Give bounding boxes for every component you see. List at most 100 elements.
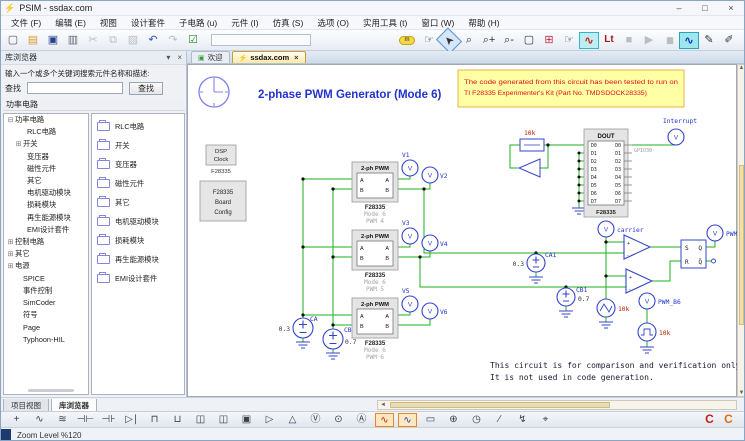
label-tool-icon[interactable]: m	[399, 36, 415, 45]
maximize-button[interactable]: □	[692, 3, 718, 13]
zoom-in-icon[interactable]: ⌕+	[479, 32, 499, 49]
capacitor-icon[interactable]: ⊣⊢	[76, 413, 95, 427]
library-folder[interactable]: 磁性元件	[92, 174, 184, 193]
tree-item[interactable]: ⊞ 其它	[4, 248, 88, 260]
tree-item[interactable]: 变压器	[4, 151, 88, 163]
tree-expander-icon[interactable]: ⊟	[6, 116, 15, 124]
menu-item[interactable]: 视图	[93, 17, 124, 29]
menu-item[interactable]: 仿真 (S)	[266, 17, 311, 29]
voltage-source-icon[interactable]: ⊕	[444, 413, 463, 427]
igbt-icon[interactable]: ⊓	[145, 413, 164, 427]
triangle-source[interactable]	[597, 299, 615, 317]
menu-item[interactable]: 选项 (O)	[310, 17, 356, 29]
tab-document[interactable]: ⚡ ssdax.com ×	[232, 51, 306, 63]
menu-item[interactable]: 帮助 (H)	[461, 17, 506, 29]
toolbar-input[interactable]	[211, 34, 311, 46]
tree-item[interactable]: SPICE	[4, 272, 88, 284]
pwm-block-2[interactable]: 2-ph PWM A B A B F28335 Mode 6 PWM 5	[352, 230, 398, 293]
run-simview-icon[interactable]: ∿	[579, 32, 599, 49]
curve-capture-icon[interactable]: ✐	[719, 32, 739, 49]
minimize-button[interactable]: –	[666, 3, 692, 13]
tree-expander-icon[interactable]: ⊞	[6, 262, 15, 270]
paste-icon[interactable]: ▨	[123, 32, 143, 49]
library-folder[interactable]: 再生能源模块	[92, 250, 184, 269]
redo-icon[interactable]: ↷	[163, 32, 183, 49]
diode-icon[interactable]: ▷∣	[122, 413, 141, 427]
gating-icon[interactable]: ↯	[513, 413, 532, 427]
tree-item[interactable]: 符号	[4, 309, 88, 321]
dsp-clock-block[interactable]: DSP Clock F28335	[206, 145, 236, 175]
library-folder[interactable]: 其它	[92, 193, 184, 212]
source-cb[interactable]	[323, 329, 343, 349]
stop-simulation-icon[interactable]: ■	[619, 32, 639, 49]
dock-dropdown-icon[interactable]: ▾	[166, 53, 170, 62]
fit-page-icon[interactable]: ▢	[519, 32, 539, 49]
hscroll-thumb[interactable]	[390, 402, 610, 408]
zoom-selection-icon[interactable]: ⊞	[539, 32, 559, 49]
tree-item[interactable]: SimCoder	[4, 297, 88, 309]
pwm-block-1[interactable]: 2-ph PWM A B A B F28335 Mode 6 PWM 4	[352, 162, 398, 225]
source-ca1[interactable]	[527, 254, 545, 272]
tree-item[interactable]: Typhoon-HIL	[4, 333, 88, 345]
menu-item[interactable]: 窗口 (W)	[414, 17, 461, 29]
menu-item[interactable]: 设计套件	[124, 17, 172, 29]
voltage-sensor-icon[interactable]: ⊙	[329, 413, 348, 427]
subcircuit-icon[interactable]: ▣	[237, 413, 256, 427]
canvas-vscrollbar[interactable]: ▲ ▼	[737, 64, 745, 397]
sr-latch[interactable]: S R Q Q̄	[681, 240, 716, 268]
check-elements-icon[interactable]: ☑	[183, 32, 203, 49]
library-folder[interactable]: 开关	[92, 136, 184, 155]
library-folder[interactable]: 损耗模块	[92, 231, 184, 250]
library-folder[interactable]: 电机驱动模块	[92, 212, 184, 231]
print-icon[interactable]: ▥	[63, 32, 83, 49]
tree-item[interactable]: 电机驱动模块	[4, 187, 88, 199]
vscroll-thumb[interactable]	[739, 165, 744, 325]
board-config-block[interactable]: F28335 Board Config	[200, 181, 246, 221]
block-icon[interactable]: ▭	[421, 413, 440, 427]
opamp-icon[interactable]: ▷	[260, 413, 279, 427]
transformer-3w-icon[interactable]: ◫	[214, 413, 233, 427]
undo-icon[interactable]: ↶	[143, 32, 163, 49]
tree-item[interactable]: ⊞ 控制电路	[4, 236, 88, 248]
ltspice-link-icon[interactable]: Lt	[599, 32, 619, 49]
source-cb1[interactable]	[557, 288, 575, 306]
tab-close-icon[interactable]: ×	[294, 53, 298, 62]
menu-item[interactable]: 子电路 (u)	[172, 17, 224, 29]
tree-expander-icon[interactable]: ⊞	[6, 250, 15, 258]
zoom-icon[interactable]: ⌕	[459, 32, 479, 49]
tree-item[interactable]: ⊞ 开关	[4, 138, 88, 150]
tree-item[interactable]: RLC电路	[4, 126, 88, 138]
menu-item[interactable]: 元件 (I)	[224, 17, 265, 29]
comparator-2[interactable]: + -	[626, 269, 652, 293]
tree-item[interactable]: ⊟ 功率电路	[4, 114, 88, 126]
text-tool-icon[interactable]: A	[739, 32, 745, 49]
canvas-hscrollbar[interactable]: ◄	[377, 400, 737, 410]
tree-expander-icon[interactable]: ⊞	[6, 238, 15, 246]
search-input[interactable]	[27, 82, 123, 94]
tree-item[interactable]: 磁性元件	[4, 163, 88, 175]
scope-2ch-icon[interactable]: ∿	[398, 413, 417, 427]
dout-block[interactable]: DOUT D0 D1 D2 D3 D4 D5 D6 D7 D0 D1 D2	[584, 129, 652, 217]
menu-item[interactable]: 文件 (F)	[4, 17, 48, 29]
zoom-out-icon[interactable]: ⌕-	[499, 32, 519, 49]
tree-item[interactable]: Page	[4, 321, 88, 333]
search-button[interactable]: 查找	[129, 82, 163, 95]
library-folder[interactable]: RLC电路	[92, 117, 184, 136]
comparator-1[interactable]: + -	[624, 235, 650, 259]
tree-item[interactable]: EMI设计套件	[4, 224, 88, 236]
run-simulation-icon[interactable]: ▶	[639, 32, 659, 49]
edit-pencil-icon[interactable]: ✎	[699, 32, 719, 49]
wire-icon[interactable]: +	[7, 413, 26, 427]
transformer-icon[interactable]: ◫	[191, 413, 210, 427]
tree-expander-icon[interactable]: ⊞	[14, 140, 23, 148]
copy-icon[interactable]: ⧉	[103, 32, 123, 49]
new-file-icon[interactable]: ▢	[3, 32, 23, 49]
cut-icon[interactable]: ✂	[83, 32, 103, 49]
pwm-block-3[interactable]: 2-ph PWM A B A B F28335 Mode 6 PWM 6	[352, 298, 398, 361]
library-folder[interactable]: EMI设计套件	[92, 269, 184, 288]
tree-hscroll-thumb[interactable]	[28, 389, 74, 392]
clock-source-icon[interactable]: ◷	[467, 413, 486, 427]
resistor-icon[interactable]: ∿	[30, 413, 49, 427]
menu-item[interactable]: 实用工具 (t)	[356, 17, 414, 29]
pause-simulation-icon[interactable]: ▮▮	[659, 32, 679, 49]
